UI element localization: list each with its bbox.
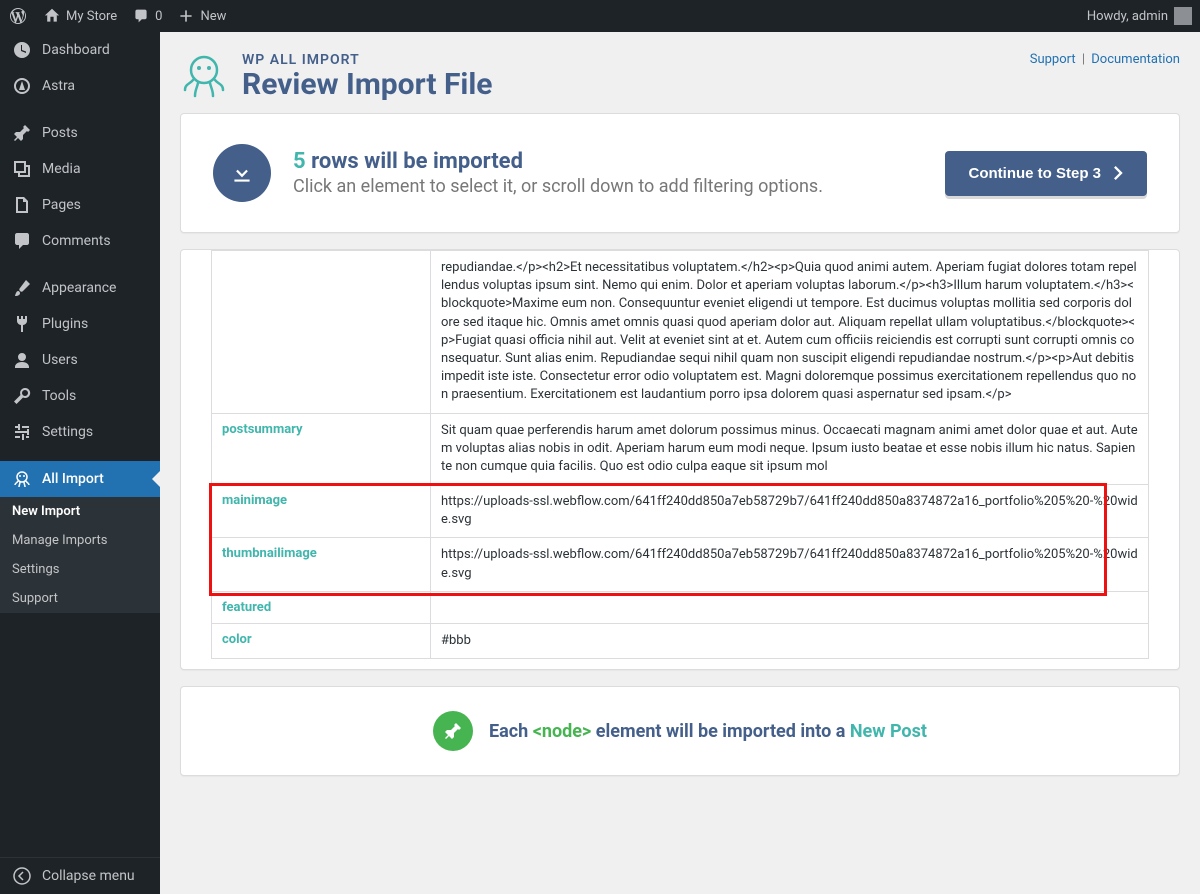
docs-link[interactable]: Documentation xyxy=(1091,52,1180,67)
footer-panel: Each <node> element will be imported int… xyxy=(180,686,1180,776)
comment-icon xyxy=(12,231,32,251)
page-title: Review Import File xyxy=(242,68,493,101)
sidebar-item-label: Comments xyxy=(42,233,111,249)
sidebar-item-label: Astra xyxy=(42,78,75,94)
sidebar-sub-settings[interactable]: Settings xyxy=(0,555,160,584)
main-content: WP ALL IMPORT Review Import File Support… xyxy=(160,32,1200,894)
sidebar-item-media[interactable]: Media xyxy=(0,151,160,187)
brand-subtitle: WP ALL IMPORT xyxy=(242,52,493,68)
table-row[interactable]: mainimagehttps://uploads-ssl.webflow.com… xyxy=(211,485,1149,538)
octopus-icon xyxy=(12,469,32,489)
sidebar-item-all-import[interactable]: All Import xyxy=(0,461,160,497)
field-value: https://uploads-ssl.webflow.com/641ff240… xyxy=(431,485,1149,538)
wp-logo[interactable] xyxy=(8,6,28,26)
brush-icon xyxy=(12,278,32,298)
sidebar-item-settings[interactable]: Settings xyxy=(0,414,160,450)
plug-icon xyxy=(12,314,32,334)
collapse-menu[interactable]: Collapse menu xyxy=(0,857,160,894)
pin-icon xyxy=(12,123,32,143)
import-count-title: 5 rows will be imported xyxy=(293,149,923,174)
comment-count: 0 xyxy=(155,9,162,24)
sidebar-item-users[interactable]: Users xyxy=(0,342,160,378)
collapse-label: Collapse menu xyxy=(42,868,135,884)
sidebar-item-comments[interactable]: Comments xyxy=(0,223,160,259)
sidebar-item-plugins[interactable]: Plugins xyxy=(0,306,160,342)
astra-icon xyxy=(12,76,32,96)
sidebar-item-tools[interactable]: Tools xyxy=(0,378,160,414)
account-link[interactable]: Howdy, admin xyxy=(1087,7,1192,25)
home-icon xyxy=(44,8,60,24)
sidebar-sub-manage[interactable]: Manage Imports xyxy=(0,526,160,555)
continue-button[interactable]: Continue to Step 3 xyxy=(945,151,1148,196)
greeting: Howdy, admin xyxy=(1087,9,1168,24)
field-value: repudiandae.</p><h2>Et necessitatibus vo… xyxy=(431,250,1149,414)
field-name: mainimage xyxy=(211,485,431,538)
table-row[interactable]: featured xyxy=(211,592,1149,624)
header-links: Support | Documentation xyxy=(1030,52,1180,67)
data-table-panel: repudiandae.</p><h2>Et necessitatibus vo… xyxy=(180,249,1180,670)
site-link[interactable]: My Store xyxy=(44,8,117,24)
sidebar-item-label: Tools xyxy=(42,388,76,404)
sidebar-item-appearance[interactable]: Appearance xyxy=(0,270,160,306)
sidebar-item-label: Dashboard xyxy=(42,42,110,58)
table-row[interactable]: postsummarySit quam quae perferendis har… xyxy=(211,414,1149,486)
sidebar-item-astra[interactable]: Astra xyxy=(0,68,160,104)
comments-link[interactable]: 0 xyxy=(133,8,162,24)
table-row[interactable]: thumbnailimagehttps://uploads-ssl.webflo… xyxy=(211,538,1149,591)
sidebar-item-label: All Import xyxy=(42,471,104,487)
table-row[interactable]: color#bbb xyxy=(211,624,1149,659)
collapse-icon xyxy=(12,866,32,886)
sliders-icon xyxy=(12,422,32,442)
new-label: New xyxy=(200,9,226,24)
sidebar-item-label: Pages xyxy=(42,197,81,213)
pin-circle-icon xyxy=(433,711,473,751)
support-link[interactable]: Support xyxy=(1030,52,1076,67)
wrench-icon xyxy=(12,386,32,406)
sidebar-sub-support[interactable]: Support xyxy=(0,584,160,613)
avatar xyxy=(1174,7,1192,25)
user-icon xyxy=(12,350,32,370)
sidebar-item-label: Media xyxy=(42,161,81,177)
media-icon xyxy=(12,159,32,179)
field-name: thumbnailimage xyxy=(211,538,431,591)
download-icon xyxy=(213,144,271,202)
site-name: My Store xyxy=(66,9,117,24)
table-row[interactable]: repudiandae.</p><h2>Et necessitatibus vo… xyxy=(211,250,1149,414)
field-value xyxy=(431,592,1149,624)
field-name: postsummary xyxy=(211,414,431,486)
sidebar-item-label: Appearance xyxy=(42,280,116,296)
comment-icon xyxy=(133,8,149,24)
admin-sidebar: Dashboard Astra Posts Media Pages Commen… xyxy=(0,32,160,894)
sidebar-item-label: Users xyxy=(42,352,78,368)
sidebar-item-pages[interactable]: Pages xyxy=(0,187,160,223)
dashboard-icon xyxy=(12,40,32,60)
octopus-logo-icon xyxy=(180,52,228,100)
new-link[interactable]: New xyxy=(178,8,226,24)
import-subtext: Click an element to select it, or scroll… xyxy=(293,176,923,197)
chevron-right-icon xyxy=(1113,166,1123,180)
info-panel: 5 rows will be imported Click an element… xyxy=(180,113,1180,233)
field-value: https://uploads-ssl.webflow.com/641ff240… xyxy=(431,538,1149,591)
sidebar-item-dashboard[interactable]: Dashboard xyxy=(0,32,160,68)
plus-icon xyxy=(178,8,194,24)
sidebar-item-posts[interactable]: Posts xyxy=(0,115,160,151)
sidebar-item-label: Settings xyxy=(42,424,93,440)
field-name: color xyxy=(211,624,431,659)
wordpress-icon xyxy=(8,6,28,26)
admin-toolbar: My Store 0 New Howdy, admin xyxy=(0,0,1200,32)
field-name xyxy=(211,250,431,414)
field-value: Sit quam quae perferendis harum amet dol… xyxy=(431,414,1149,486)
field-name: featured xyxy=(211,592,431,624)
footer-text: Each <node> element will be imported int… xyxy=(489,721,927,742)
sidebar-item-label: Posts xyxy=(42,125,78,141)
sidebar-sub-new-import[interactable]: New Import xyxy=(0,497,160,526)
page-icon xyxy=(12,195,32,215)
sidebar-item-label: Plugins xyxy=(42,316,88,332)
field-value: #bbb xyxy=(431,624,1149,659)
